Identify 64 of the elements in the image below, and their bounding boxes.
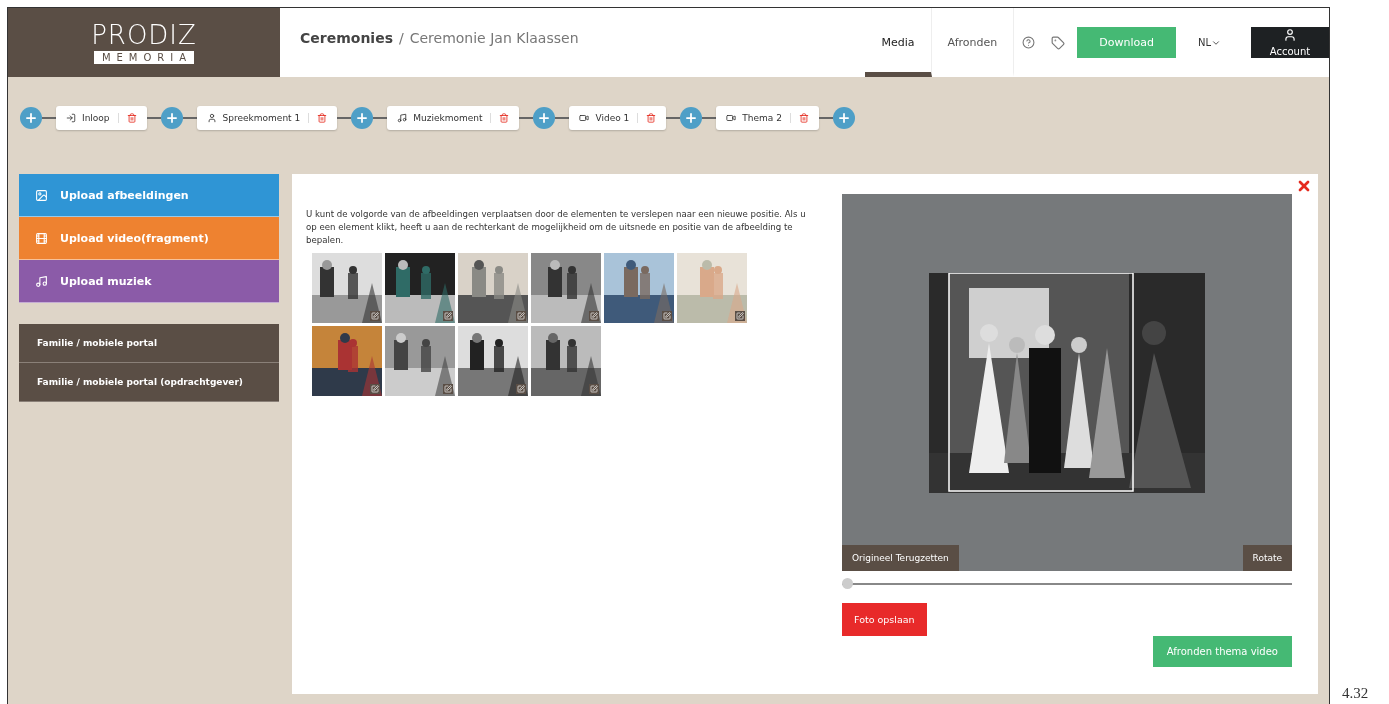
close-icon[interactable] (1296, 178, 1312, 194)
rotate-button[interactable]: Rotate (1242, 545, 1292, 571)
image-icon (35, 188, 48, 202)
breadcrumb-separator: / (398, 29, 404, 46)
person-icon (206, 113, 217, 123)
step-button[interactable]: Inloop (66, 113, 119, 123)
upload-button[interactable]: Upload muziek (19, 260, 279, 303)
music-icon (35, 274, 48, 288)
reset-button[interactable]: Origineel Terugzetten (842, 545, 959, 571)
edit-icon[interactable] (589, 311, 599, 321)
crop-area[interactable]: Origineel Terugzetten Rotate (842, 194, 1292, 571)
entry-icon (66, 113, 76, 123)
delete-icon[interactable] (798, 113, 809, 123)
account-button[interactable]: Account (1251, 27, 1329, 58)
instruction-text: U kunt de volgorde van de afbeeldingen verplaatsen door de elementen te verslepen naar een nieuwe positie. Als u op een element klikt, heeft u aan de rechterkant de mogelijkheid om de uitsnede en positie van de afbeelding te bepalen. (306, 208, 806, 247)
user-icon (1283, 28, 1297, 42)
camera-icon (726, 113, 737, 123)
edit-icon[interactable] (589, 384, 599, 394)
portal-link[interactable]: Familie / mobiele portal (19, 324, 279, 363)
page-number: 4.32 (1342, 685, 1369, 702)
camera-icon (579, 113, 590, 123)
delete-icon[interactable] (126, 113, 137, 123)
tag-icon[interactable] (1051, 35, 1066, 50)
delete-icon[interactable] (317, 113, 328, 123)
edit-icon[interactable] (516, 311, 526, 321)
add-step-button[interactable] (680, 107, 703, 129)
slider-thumb[interactable] (842, 578, 853, 589)
edit-icon[interactable] (443, 384, 453, 394)
logo[interactable]: PRODIZ MEMORIA (8, 8, 280, 77)
nav-tab[interactable]: Afronden (931, 8, 1015, 77)
step-button[interactable]: Thema 2 (726, 113, 791, 123)
plus-icon (355, 111, 370, 125)
add-step-button[interactable] (160, 107, 183, 129)
plus-icon (537, 111, 552, 125)
edit-icon[interactable] (735, 311, 745, 321)
edit-icon[interactable] (370, 384, 380, 394)
portal-link[interactable]: Familie / mobiele portal (opdrachtgever) (19, 363, 279, 402)
logo-name: PRODIZ (91, 21, 197, 49)
add-step-button[interactable] (533, 107, 556, 129)
add-step-button[interactable] (351, 107, 374, 129)
add-step-button[interactable] (20, 107, 42, 129)
breadcrumb-link[interactable]: Ceremonies (300, 29, 393, 46)
plus-icon (24, 111, 38, 125)
edit-icon[interactable] (516, 384, 526, 394)
step-button[interactable]: Video 1 (579, 113, 639, 123)
logo-subtitle: MEMORIA (93, 51, 195, 64)
edit-icon[interactable] (443, 311, 453, 321)
breadcrumb-current: Ceremonie Jan Klaassen (409, 29, 579, 46)
music-icon (397, 113, 408, 123)
add-step-button[interactable] (832, 107, 855, 129)
delete-icon[interactable] (646, 113, 657, 123)
delete-icon[interactable] (499, 113, 510, 123)
plus-icon (164, 111, 179, 125)
edit-icon[interactable] (662, 311, 672, 321)
plus-icon (684, 111, 699, 125)
nav-tab[interactable]: Media (865, 8, 932, 77)
step-button[interactable]: Spreekmoment 1 (206, 113, 310, 123)
save-button[interactable]: Foto opslaan (842, 603, 927, 636)
film-icon (35, 231, 48, 245)
plus-icon (836, 111, 851, 125)
help-icon[interactable] (1022, 36, 1036, 49)
edit-icon[interactable] (370, 311, 380, 321)
language-dropdown[interactable]: NL (1191, 36, 1227, 49)
step-button[interactable]: Muziekmoment (397, 113, 492, 123)
